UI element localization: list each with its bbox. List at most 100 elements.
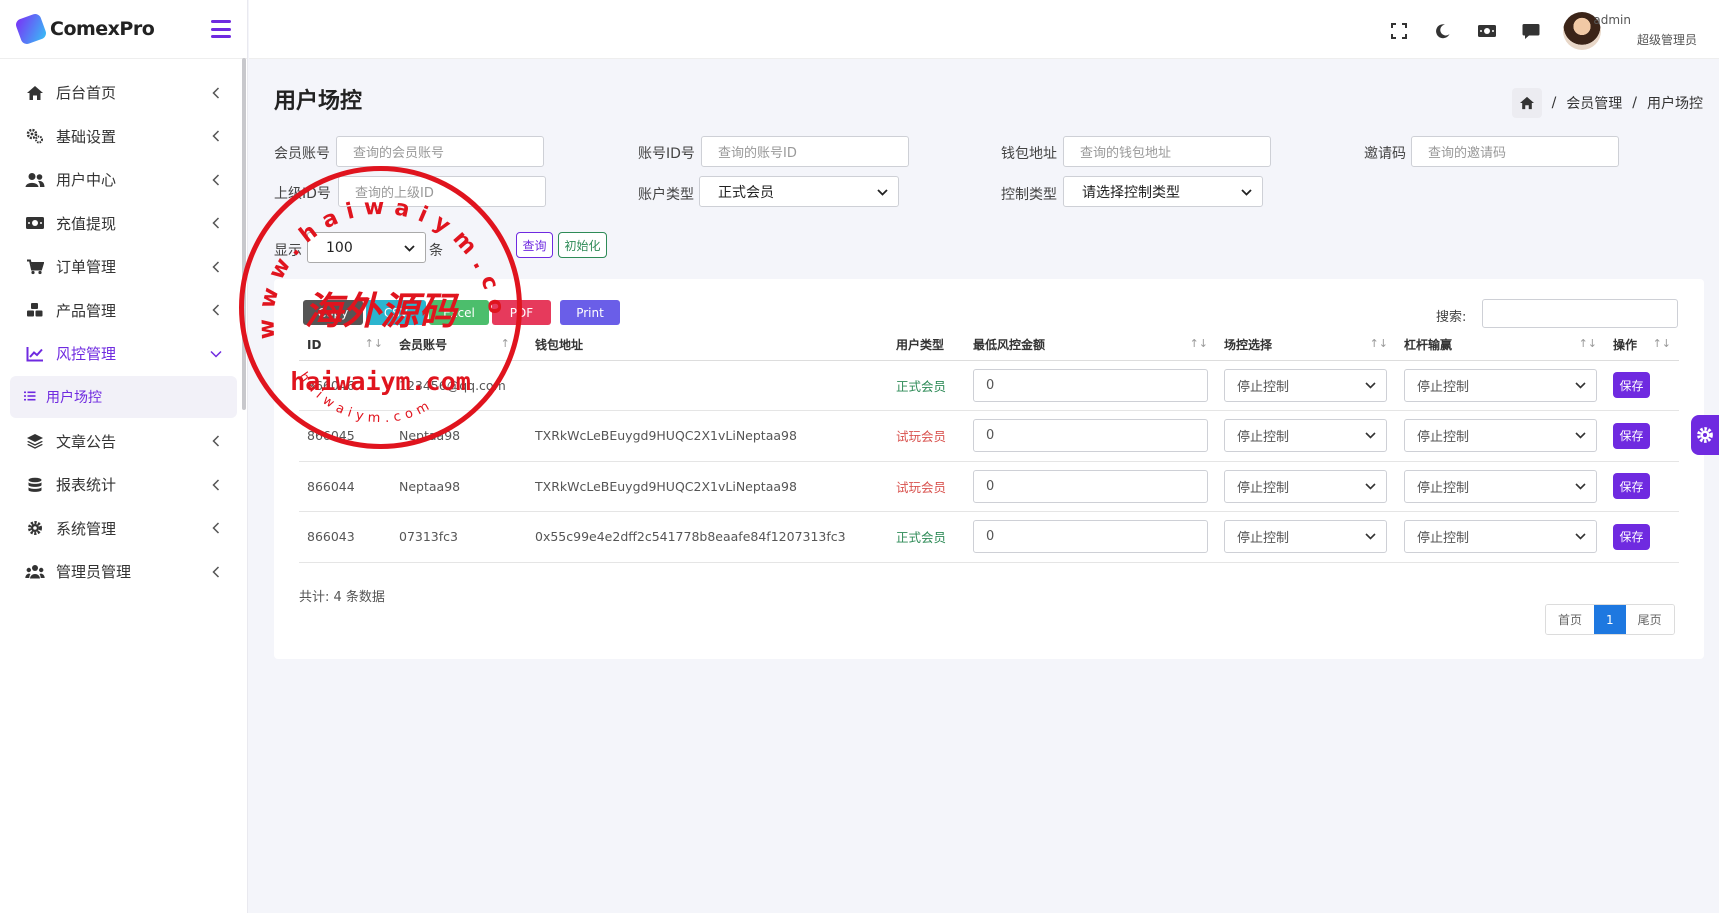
sidebar-item-label: 后台首页 [56, 84, 117, 103]
save-button[interactable]: 保存 [1613, 372, 1650, 399]
col-header-user-type: 用户类型 [888, 330, 965, 361]
reset-button[interactable]: 初始化 [558, 232, 607, 258]
account-id-label: 账号ID号 [638, 146, 695, 162]
leverage-select[interactable]: 停止控制 [1404, 520, 1597, 554]
save-button[interactable]: 保存 [1613, 473, 1650, 500]
fullscreen-icon[interactable] [1389, 21, 1409, 41]
sort-icon[interactable]: ↑↓ [1370, 337, 1388, 350]
sort-icon[interactable]: ↑↓ [1190, 337, 1208, 350]
col-header-id[interactable]: ID ↑↓ [299, 330, 391, 361]
col-header-action[interactable]: 操作 ↑↓ [1605, 330, 1679, 361]
sidebar-item-label: 产品管理 [56, 301, 117, 320]
cell-action: 保存 [1605, 461, 1679, 512]
sort-icon[interactable]: ↑↓ [1579, 337, 1597, 350]
col-header-wallet: 钱包地址 [527, 330, 888, 361]
control-select[interactable]: 停止控制 [1224, 520, 1387, 554]
control-select[interactable]: 停止控制 [1224, 368, 1387, 402]
show-unit: 条 [429, 243, 443, 259]
sidebar-item-system[interactable]: 系统管理 [10, 507, 237, 551]
sidebar-item-articles[interactable]: 文章公告 [10, 420, 237, 464]
sort-icon[interactable]: ↑↓ [1653, 337, 1671, 350]
sidebar-item-orders[interactable]: 订单管理 [10, 245, 237, 289]
col-header-control[interactable]: 场控选择 ↑↓ [1216, 330, 1396, 361]
control-type-select[interactable]: 请选择控制类型 [1063, 176, 1263, 207]
col-header-leverage[interactable]: 杠杆输赢 ↑↓ [1396, 330, 1605, 361]
account-id-input[interactable]: 查询的账号ID [701, 136, 909, 167]
sidebar-subitem-user-field-control[interactable]: 用户场控 [10, 375, 237, 418]
brand: ComexPro [0, 0, 247, 59]
control-select[interactable]: 停止控制 [1224, 469, 1387, 503]
user-name[interactable]: admin [1593, 13, 1631, 27]
pdf-button[interactable]: PDF [492, 300, 551, 325]
chevron-left-icon [209, 129, 223, 143]
table-row: 866046 123456@qq.com 正式会员 0 停止控制 停止控制 保存 [299, 360, 1679, 411]
csv-button[interactable]: CSV [366, 300, 426, 325]
sidebar-item-label: 充值提现 [56, 214, 117, 233]
member-account-label: 会员账号 [274, 146, 330, 162]
sidebar-item-label: 文章公告 [56, 432, 117, 451]
sort-icon[interactable]: ↑↓ [365, 337, 383, 350]
save-button[interactable]: 保存 [1613, 523, 1650, 550]
money-icon [24, 214, 46, 232]
cell-control: 停止控制 [1216, 461, 1396, 512]
invite-code-input[interactable]: 查询的邀请码 [1411, 136, 1619, 167]
cell-action: 保存 [1605, 360, 1679, 411]
save-button[interactable]: 保存 [1613, 422, 1650, 449]
parent-id-label: 上级ID号 [274, 186, 331, 202]
col-header-account[interactable]: 会员账号 ↑↓ [391, 330, 527, 361]
print-button[interactable]: Print [560, 300, 620, 325]
col-header-min-amount[interactable]: 最低风控金额 ↑↓ [965, 330, 1216, 361]
page-first[interactable]: 首页 [1546, 605, 1595, 634]
cell-action: 保存 [1605, 410, 1679, 462]
menu-toggle-icon[interactable] [211, 20, 231, 38]
member-account-input[interactable]: 查询的会员账号 [336, 136, 544, 167]
leverage-select[interactable]: 停止控制 [1404, 419, 1597, 453]
cell-leverage: 停止控制 [1396, 360, 1605, 411]
table-header-row: ID ↑↓ 会员账号 ↑↓ 钱包地址 用户类型 最低风控金额 ↑↓ 场控选择 ↑↓ 杠杆… [299, 330, 1679, 361]
brand-name: ComexPro [50, 18, 155, 40]
sidebar-scrollbar[interactable] [242, 58, 246, 410]
cell-id: 866046 [299, 360, 391, 411]
money-icon[interactable] [1477, 21, 1497, 41]
sidebar-item-reports[interactable]: 报表统计 [10, 463, 237, 507]
breadcrumb-home-icon[interactable] [1511, 88, 1542, 118]
sort-icon[interactable]: ↑↓ [501, 337, 519, 350]
min-amount-input[interactable]: 0 [973, 469, 1208, 503]
parent-id-input[interactable]: 查询的上级ID [338, 176, 546, 207]
copy-button[interactable]: Copy [303, 300, 363, 325]
sidebar-item-user-center[interactable]: 用户中心 [10, 158, 237, 202]
page-size-select[interactable]: 100 [307, 232, 426, 263]
page-size-value: 100 [326, 239, 353, 256]
cell-account: Neptaa98 [391, 410, 527, 462]
sidebar-item-products[interactable]: 产品管理 [10, 289, 237, 333]
min-amount-input[interactable]: 0 [973, 520, 1208, 554]
sidebar-item-recharge-withdraw[interactable]: 充值提现 [10, 202, 237, 246]
cell-user-type: 正式会员 [888, 360, 965, 411]
settings-gear-icon[interactable] [1691, 415, 1719, 455]
search-input[interactable] [1482, 299, 1678, 328]
page-last[interactable]: 尾页 [1625, 605, 1674, 634]
min-amount-input[interactable]: 0 [973, 368, 1208, 402]
leverage-select[interactable]: 停止控制 [1404, 368, 1597, 402]
breadcrumb-item[interactable]: 会员管理 [1566, 93, 1622, 113]
sidebar-item-label: 订单管理 [56, 258, 117, 277]
query-button[interactable]: 查询 [516, 232, 553, 258]
dark-mode-moon-icon[interactable] [1433, 21, 1453, 41]
cell-account: 07313fc3 [391, 511, 527, 563]
wallet-input[interactable]: 查询的钱包地址 [1063, 136, 1271, 167]
cell-control: 停止控制 [1216, 360, 1396, 411]
sidebar-item-basic-settings[interactable]: 基础设置 [10, 115, 237, 159]
min-amount-input[interactable]: 0 [973, 419, 1208, 453]
message-icon[interactable] [1521, 21, 1541, 41]
sidebar-item-risk-control[interactable]: 风控管理 [10, 332, 237, 376]
page-current[interactable]: 1 [1594, 605, 1626, 634]
sidebar-item-admins[interactable]: 管理员管理 [10, 550, 237, 594]
control-type-value: 请选择控制类型 [1082, 184, 1180, 201]
leverage-select[interactable]: 停止控制 [1404, 469, 1597, 503]
account-type-select[interactable]: 正式会员 [699, 176, 899, 207]
excel-button[interactable]: Excel [429, 300, 489, 325]
sidebar-item-home[interactable]: 后台首页 [10, 71, 237, 115]
cell-id: 866045 [299, 410, 391, 462]
cell-min-amount: 0 [965, 360, 1216, 411]
control-select[interactable]: 停止控制 [1224, 419, 1387, 453]
